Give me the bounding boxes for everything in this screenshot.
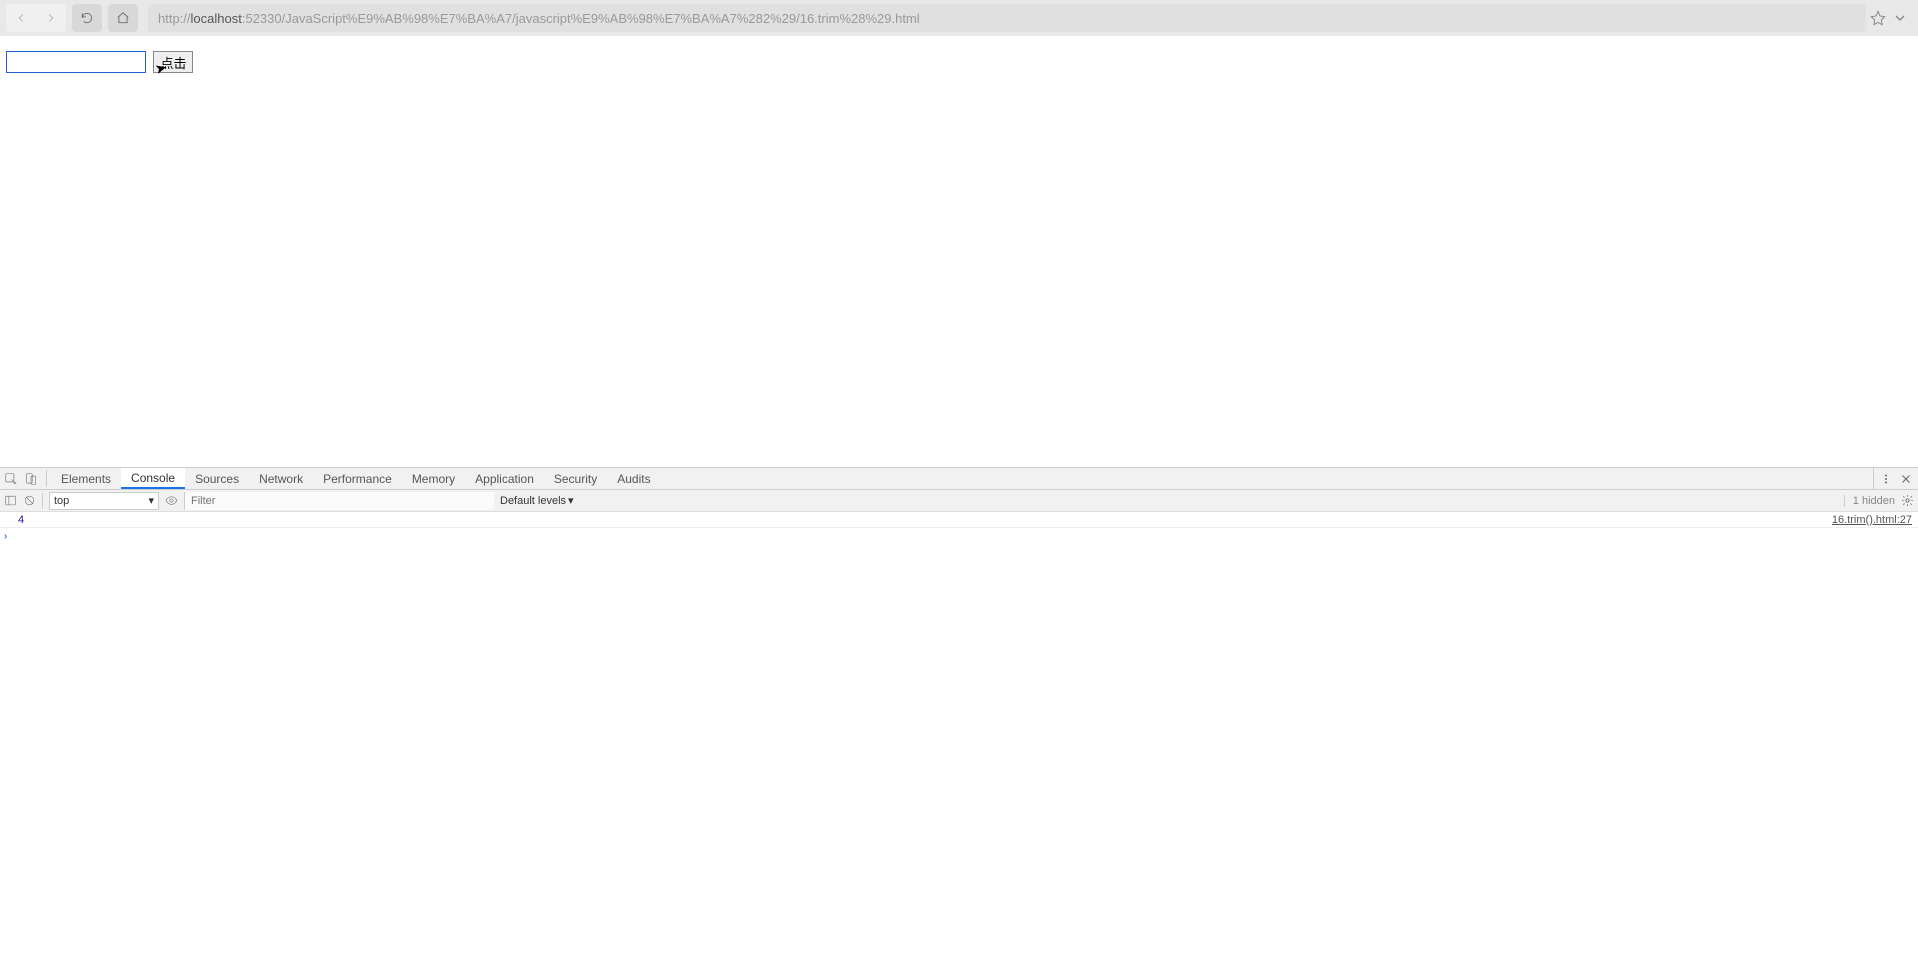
levels-label: Default levels — [500, 495, 566, 507]
tab-application[interactable]: Application — [465, 468, 544, 489]
dropdown-icon: ▾ — [568, 494, 574, 507]
tab-network[interactable]: Network — [249, 468, 313, 489]
console-output: 4 16.trim().html:27 › — [0, 512, 1918, 977]
tab-security[interactable]: Security — [544, 468, 607, 489]
reload-button[interactable] — [72, 4, 102, 32]
home-icon — [116, 11, 130, 25]
home-button[interactable] — [108, 4, 138, 32]
filter-input[interactable] — [184, 492, 494, 510]
nav-group — [6, 4, 66, 32]
close-icon[interactable] — [1900, 473, 1912, 485]
url-rest: :52330/JavaScript%E9%AB%98%E7%BA%A7/java… — [242, 11, 920, 26]
inspect-icon[interactable] — [4, 472, 18, 486]
forward-icon — [44, 11, 58, 25]
separator — [42, 493, 43, 509]
tab-performance[interactable]: Performance — [313, 468, 402, 489]
device-toggle-icon[interactable] — [24, 472, 38, 486]
star-icon[interactable] — [1870, 10, 1886, 26]
click-button[interactable]: 点击 — [153, 51, 193, 73]
devtools-right-icons — [1873, 468, 1918, 489]
back-icon — [14, 11, 28, 25]
devtools: Elements Console Sources Network Perform… — [0, 467, 1918, 977]
page-content: 点击 ➤ — [0, 36, 1918, 467]
context-label: top — [54, 495, 69, 507]
browser-toolbar: http://localhost:52330/JavaScript%E9%AB%… — [0, 0, 1918, 36]
clear-console-icon[interactable] — [23, 494, 36, 507]
text-input[interactable] — [6, 51, 146, 73]
context-select[interactable]: top ▾ — [49, 492, 159, 510]
devtools-left-icons — [0, 468, 42, 489]
tab-memory[interactable]: Memory — [402, 468, 465, 489]
gear-icon[interactable] — [1901, 494, 1914, 507]
console-source-link[interactable]: 16.trim().html:27 — [1832, 514, 1912, 526]
console-toolbar-right: 1 hidden — [1844, 494, 1914, 507]
reload-icon — [80, 11, 94, 25]
dropdown-icon: ▾ — [148, 494, 154, 507]
tab-elements[interactable]: Elements — [51, 468, 121, 489]
forward-button[interactable] — [36, 4, 66, 32]
chevron-down-icon[interactable] — [1892, 10, 1908, 26]
separator — [46, 470, 47, 487]
console-prompt-row[interactable]: › — [0, 528, 1918, 544]
devtools-tabs: Elements Console Sources Network Perform… — [0, 468, 1918, 490]
url-host: localhost — [191, 11, 242, 26]
levels-select[interactable]: Default levels ▾ — [500, 494, 574, 507]
console-toolbar: top ▾ Default levels ▾ 1 hidden — [0, 490, 1918, 512]
eye-icon[interactable] — [165, 494, 178, 507]
console-prompt: › — [4, 531, 7, 542]
more-icon[interactable] — [1880, 473, 1892, 485]
sidebar-toggle-icon[interactable] — [4, 494, 17, 507]
hidden-count[interactable]: 1 hidden — [1844, 495, 1895, 507]
console-value: 4 — [18, 514, 24, 526]
tab-audits[interactable]: Audits — [607, 468, 660, 489]
url-prefix: http:// — [158, 11, 191, 26]
tab-console[interactable]: Console — [121, 468, 185, 489]
address-bar[interactable]: http://localhost:52330/JavaScript%E9%AB%… — [148, 4, 1866, 32]
toolbar-right — [1870, 10, 1912, 26]
tab-sources[interactable]: Sources — [185, 468, 249, 489]
back-button[interactable] — [6, 4, 36, 32]
console-row[interactable]: 4 16.trim().html:27 — [0, 512, 1918, 528]
